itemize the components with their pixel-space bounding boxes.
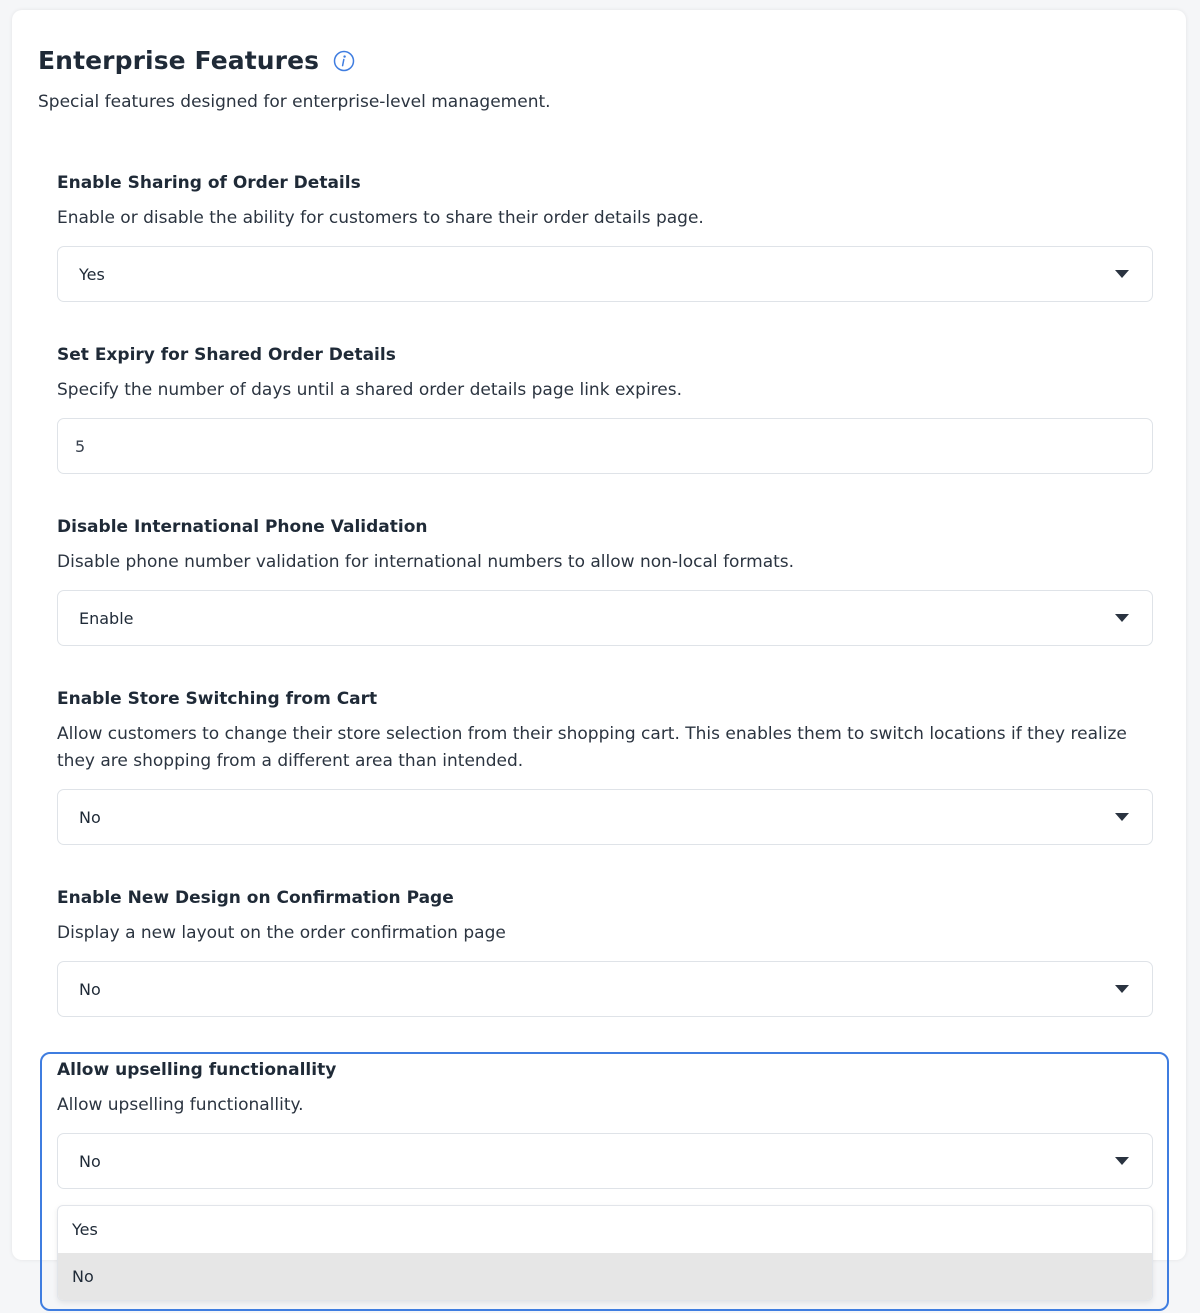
setting-title: Allow upselling functionallity: [57, 1060, 337, 1080]
setting-description: Specify the number of days until a share…: [57, 380, 683, 400]
setting-title: Enable Sharing of Order Details: [57, 173, 361, 193]
expiry-days-input[interactable]: 5: [57, 418, 1153, 474]
setting-description: Enable or disable the ability for custom…: [57, 208, 704, 228]
setting-expiry-shared: Set Expiry for Shared Order Details Spec…: [57, 345, 1153, 404]
setting-description: Disable phone number validation for inte…: [57, 552, 795, 572]
setting-upselling: Allow upselling functionallity Allow ups…: [57, 1060, 1153, 1119]
caret-down-icon: [1115, 985, 1129, 993]
select-value: No: [79, 1151, 101, 1171]
setting-enable-sharing: Enable Sharing of Order Details Enable o…: [57, 173, 1153, 232]
section-title: Enterprise Features: [38, 46, 320, 75]
section-subtitle: Special features designed for enterprise…: [38, 92, 551, 112]
upselling-select[interactable]: No: [57, 1133, 1153, 1189]
caret-down-icon: [1115, 270, 1129, 278]
select-value: Enable: [79, 608, 134, 628]
phone-validation-select[interactable]: Enable: [57, 590, 1153, 646]
info-icon[interactable]: [333, 50, 355, 72]
setting-description: Allow customers to change their store se…: [57, 724, 1127, 771]
setting-description: Display a new layout on the order confir…: [57, 923, 506, 943]
setting-title: Disable International Phone Validation: [57, 517, 428, 537]
setting-confirmation-design: Enable New Design on Confirmation Page D…: [57, 888, 1153, 947]
confirmation-design-select[interactable]: No: [57, 961, 1153, 1017]
setting-title: Enable Store Switching from Cart: [57, 689, 378, 709]
input-value: 5: [75, 436, 86, 456]
sharing-order-details-select[interactable]: Yes: [57, 246, 1153, 302]
setting-description: Allow upselling functionallity.: [57, 1095, 304, 1115]
caret-down-icon: [1115, 813, 1129, 821]
setting-store-switching: Enable Store Switching from Cart Allow c…: [57, 689, 1153, 775]
store-switching-select[interactable]: No: [57, 789, 1153, 845]
select-value: No: [79, 979, 101, 999]
dropdown-option-yes[interactable]: Yes: [58, 1206, 1152, 1253]
caret-down-icon: [1115, 1157, 1129, 1165]
upselling-dropdown-menu: Yes No: [57, 1205, 1153, 1301]
dropdown-option-no[interactable]: No: [58, 1253, 1152, 1300]
setting-title: Enable New Design on Confirmation Page: [57, 888, 454, 908]
select-value: Yes: [79, 264, 105, 284]
select-value: No: [79, 807, 101, 827]
setting-phone-validation: Disable International Phone Validation D…: [57, 517, 1153, 576]
caret-down-icon: [1115, 614, 1129, 622]
setting-title: Set Expiry for Shared Order Details: [57, 345, 396, 365]
section-header: Enterprise Features: [38, 46, 355, 75]
